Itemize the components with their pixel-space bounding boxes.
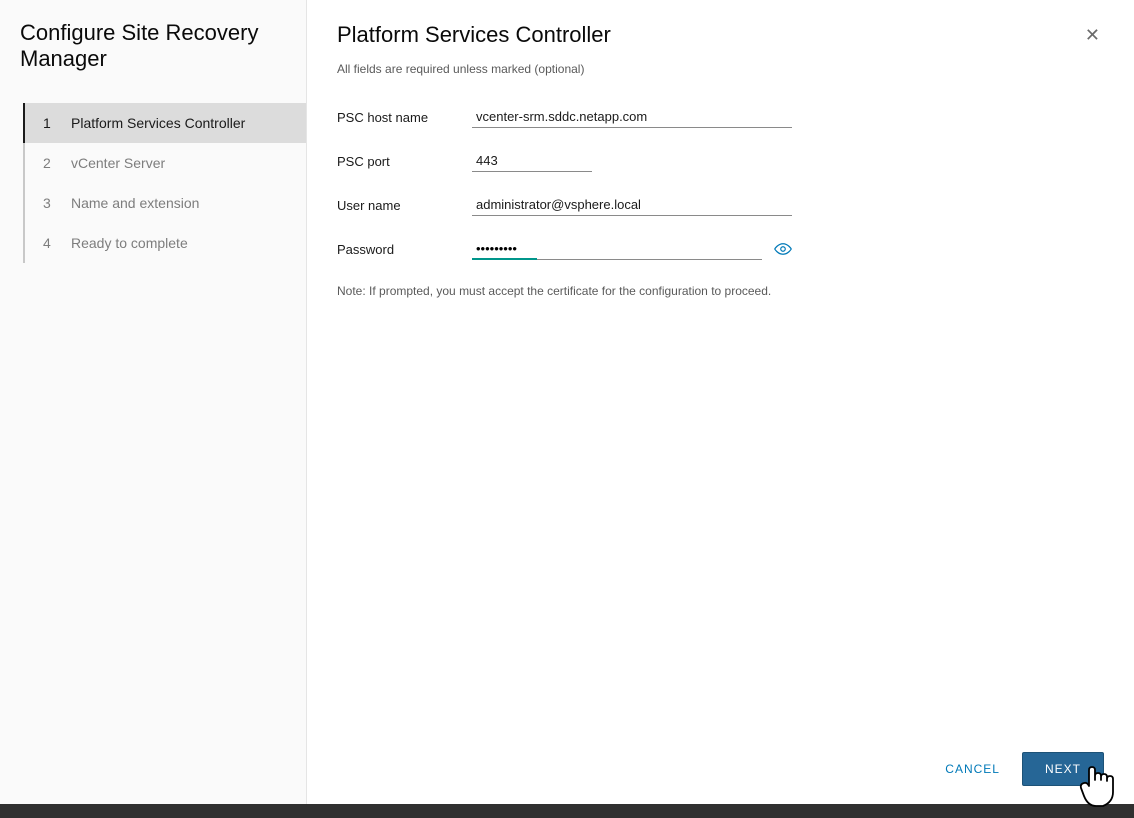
show-password-icon[interactable] <box>774 242 792 256</box>
password-row: Password <box>337 238 1104 260</box>
cancel-button[interactable]: CANCEL <box>941 754 1004 784</box>
step-label: Name and extension <box>71 195 199 211</box>
step-label: Platform Services Controller <box>71 115 245 131</box>
username-row: User name <box>337 194 1104 216</box>
step-psc[interactable]: 1 Platform Services Controller <box>25 103 306 143</box>
psc-port-label: PSC port <box>337 154 472 169</box>
psc-host-row: PSC host name <box>337 106 1104 128</box>
bottom-bar <box>0 804 1134 818</box>
wizard-main: Platform Services Controller ✕ All field… <box>307 0 1134 804</box>
wizard-steps: 1 Platform Services Controller 2 vCenter… <box>23 103 306 263</box>
step-number: 1 <box>43 115 59 131</box>
wizard-footer: CANCEL NEXT <box>941 752 1104 786</box>
step-label: Ready to complete <box>71 235 188 251</box>
required-note: All fields are required unless marked (o… <box>337 62 1104 76</box>
step-name-extension: 3 Name and extension <box>25 183 306 223</box>
step-number: 2 <box>43 155 59 171</box>
password-input[interactable] <box>472 238 762 259</box>
psc-port-row: PSC port <box>337 150 1104 172</box>
step-number: 3 <box>43 195 59 211</box>
next-button[interactable]: NEXT <box>1022 752 1104 786</box>
username-label: User name <box>337 198 472 213</box>
password-label: Password <box>337 242 472 257</box>
step-vcenter: 2 vCenter Server <box>25 143 306 183</box>
step-ready: 4 Ready to complete <box>25 223 306 263</box>
page-title: Platform Services Controller <box>337 22 611 48</box>
step-number: 4 <box>43 235 59 251</box>
step-label: vCenter Server <box>71 155 165 171</box>
wizard-sidebar: Configure Site Recovery Manager 1 Platfo… <box>0 0 307 804</box>
psc-host-label: PSC host name <box>337 110 472 125</box>
close-icon[interactable]: ✕ <box>1081 22 1104 48</box>
psc-host-input[interactable] <box>472 106 792 128</box>
certificate-note: Note: If prompted, you must accept the c… <box>337 284 1104 298</box>
psc-port-input[interactable] <box>472 150 592 172</box>
username-input[interactable] <box>472 194 792 216</box>
wizard-title: Configure Site Recovery Manager <box>20 20 306 73</box>
